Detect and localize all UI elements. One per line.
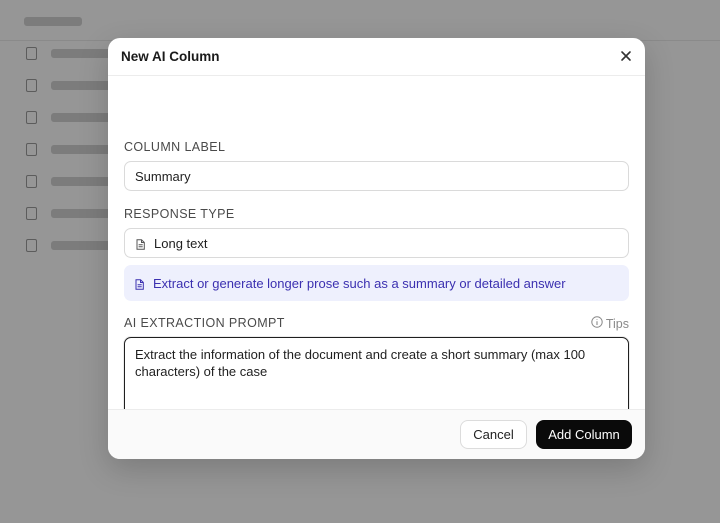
document-icon bbox=[136, 238, 145, 250]
response-type-value: Long text bbox=[154, 235, 208, 251]
dialog-header: New AI Column bbox=[108, 38, 645, 76]
column-label-input[interactable]: Summary bbox=[124, 161, 629, 191]
ai-extraction-prompt-textarea[interactable]: Extract the information of the document … bbox=[124, 337, 629, 417]
response-type-description: Extract or generate longer prose such as… bbox=[124, 265, 629, 301]
column-label-heading: COLUMN LABEL bbox=[124, 140, 226, 154]
response-type-select[interactable]: Long text bbox=[124, 228, 629, 258]
add-column-button[interactable]: Add Column bbox=[536, 420, 632, 449]
tips-link[interactable]: Tips bbox=[591, 316, 629, 331]
close-icon[interactable] bbox=[619, 49, 633, 63]
dialog-title: New AI Column bbox=[121, 49, 220, 64]
tips-label: Tips bbox=[605, 316, 629, 331]
new-ai-column-dialog: New AI Column COLUMN LABEL Summary RESPO… bbox=[108, 38, 645, 459]
ai-extraction-prompt-heading: AI EXTRACTION PROMPT bbox=[124, 316, 285, 330]
document-icon bbox=[135, 278, 144, 290]
response-type-heading: RESPONSE TYPE bbox=[124, 207, 235, 221]
response-type-description-text: Extract or generate longer prose such as… bbox=[153, 275, 566, 291]
cancel-button[interactable]: Cancel bbox=[460, 420, 527, 449]
dialog-footer: Cancel Add Column bbox=[108, 409, 645, 459]
info-icon bbox=[591, 316, 603, 331]
column-label-value: Summary bbox=[135, 168, 191, 184]
